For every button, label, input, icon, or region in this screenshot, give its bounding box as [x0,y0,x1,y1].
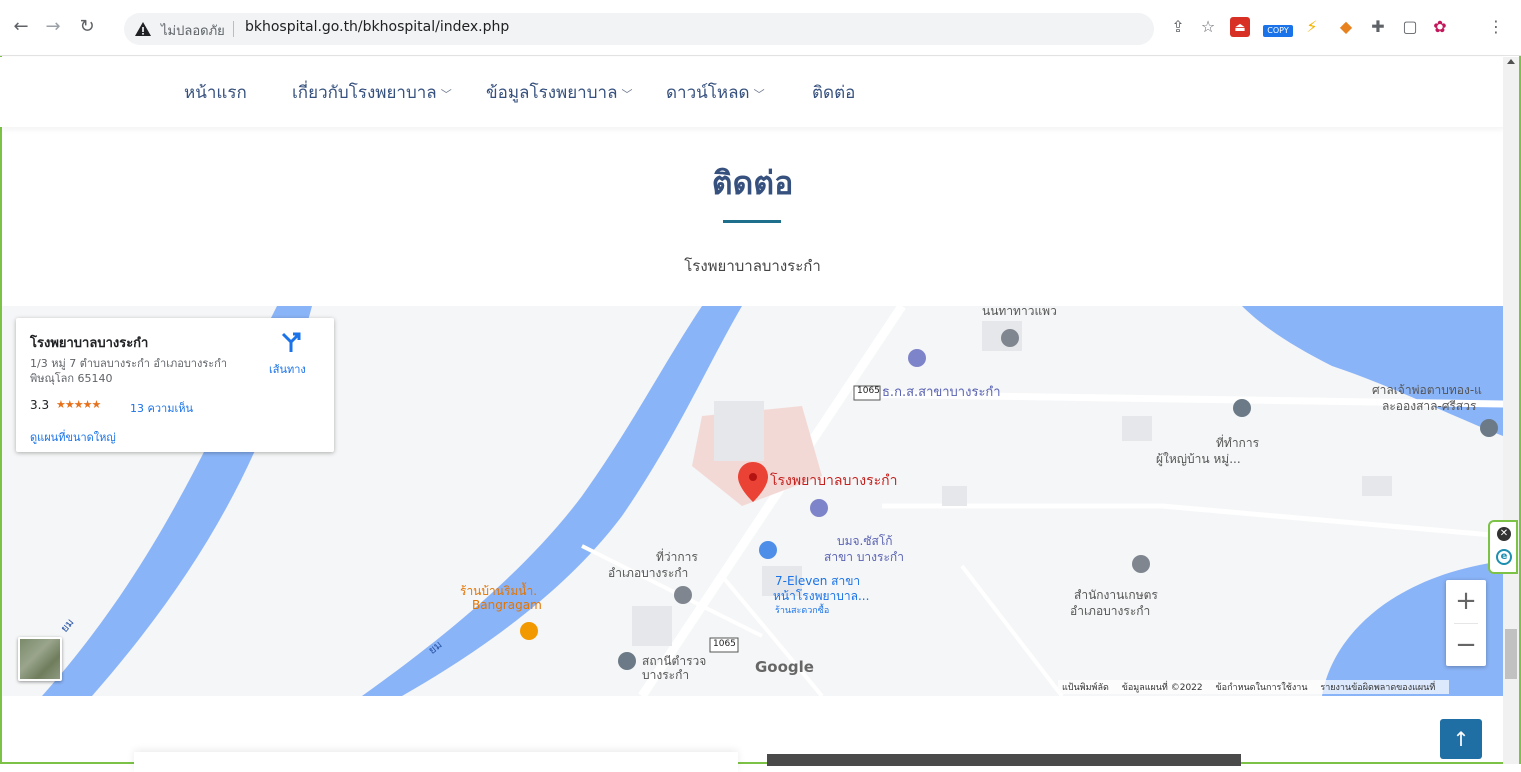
nav-item-label: หน้าแรก [184,83,247,103]
convenience-store-icon[interactable] [759,541,777,559]
map-label-shrine-2[interactable]: ละอองสาล-ศรีสวร [1382,397,1476,416]
terms-link[interactable]: ข้อกำหนดในการใช้งาน [1216,683,1308,693]
map-label-baac[interactable]: ธ.ก.ส.สาขาบางระกำ [882,381,1001,402]
section-title: ติดต่อ [711,164,794,202]
road-southeast [882,503,1503,539]
reload-icon[interactable]: ↻ [74,14,100,40]
nav-item-label: ดาวน์โหลด [666,83,750,103]
extension-side-widget: ✕ e [1488,520,1518,574]
government-icon[interactable] [1233,399,1251,417]
scroll-up-arrow-icon[interactable] [1507,59,1515,64]
gas-station-icon[interactable] [810,499,828,517]
nav-item-download[interactable]: ดาวน์โหลด ﹀ [666,79,765,106]
reviews-link[interactable]: 13 ความเห็น [130,399,193,417]
extensions-puzzle-icon[interactable]: ✚ [1368,17,1388,37]
menu-kebab-icon[interactable]: ⋮ [1486,17,1506,37]
building [632,606,672,646]
map-label-agri-2[interactable]: อำเภอบางระกำ [1070,602,1150,621]
side-panel-icon[interactable]: ▢ [1400,17,1420,37]
road-lower [960,564,1064,696]
section-subtitle: โรงพยาบาลบางระกำ [684,257,821,275]
map-label-district-2[interactable]: อำเภอบางระกำ [608,564,688,583]
metamask-fox-icon[interactable]: ◆ [1336,17,1356,37]
page-scrollbar[interactable] [1503,57,1519,764]
site-navigation: หน้าแรก เกี่ยวกับโรงพยาบาล ﹀ ข้อมูลโรงพยา… [0,57,1505,127]
nav-item-info[interactable]: ข้อมูลโรงพยาบาล ﹀ [486,79,632,106]
place-name: โรงพยาบาลบางระกำ [30,336,149,351]
map-footer: แป้นพิมพ์ลัด ข้อมูลแผนที่ ©2022 ข้อกำหนด… [1058,680,1450,694]
map-data-text: ข้อมูลแผนที่ ©2022 [1121,683,1203,693]
satellite-toggle[interactable] [18,637,62,681]
directions-link[interactable]: เส้นทาง [269,360,306,378]
building [714,401,764,461]
url-text[interactable]: bkhospital.go.th/bkhospital/index.php [245,19,509,35]
nav-item-label: ติดต่อ [812,83,856,103]
share-icon[interactable]: ⇪ [1168,17,1188,37]
report-error-link[interactable]: รายงานข้อผิดพลาดของแผนที่ [1320,683,1435,693]
contact-card [134,752,738,772]
building [1362,476,1392,496]
agriculture-office-icon[interactable] [1132,555,1150,573]
pdf-extension-icon[interactable]: ⏏ [1230,17,1250,37]
nav-item-label: ข้อมูลโรงพยาบาล [486,83,618,103]
nav-item-contact[interactable]: ติดต่อ [812,79,855,106]
shrine-icon[interactable] [1480,419,1498,437]
building [1122,416,1152,441]
back-to-top-button[interactable]: ↑ [1440,719,1482,759]
place-address: 1/3 หมู่ 7 ตำบลบางระกำ อำเภอบางระกำ พิษณ… [30,357,228,385]
map-label-hospital[interactable]: โรงพยาบาลบางระกำ [770,470,897,492]
bookmark-star-icon[interactable]: ☆ [1198,17,1218,37]
zoom-in-button[interactable]: + [1446,580,1486,622]
nav-item-about[interactable]: เกี่ยวกับโรงพยาบาล ﹀ [292,79,452,106]
google-logo: Google [755,658,814,676]
map-label-police-2[interactable]: บางระกำ [642,666,689,685]
chevron-down-icon: ﹀ [753,88,765,101]
chevron-down-icon: ﹀ [621,88,633,101]
close-icon[interactable]: ✕ [1497,527,1511,541]
image-card [767,754,1241,766]
back-icon[interactable]: ← [8,14,34,40]
profile-avatar-icon[interactable]: ✿ [1430,17,1450,37]
scroll-thumb[interactable] [1505,629,1517,679]
route-number: 1065 [713,639,736,649]
building [942,486,967,506]
nav-item-home[interactable]: หน้าแรก [184,79,247,106]
restaurant-icon[interactable] [520,622,538,640]
warning-icon[interactable] [134,20,152,38]
zoom-out-button[interactable]: − [1446,624,1486,666]
map-label-gas-2[interactable]: สาขา บางระกำ [824,548,904,567]
police-station-icon[interactable] [618,652,636,670]
larger-map-link[interactable]: ดูแผนที่ขนาดใหญ่ [30,428,116,446]
map-label-headman-2[interactable]: ผู้ใหญ่บ้าน หมู่... [1156,450,1241,469]
directions-icon[interactable] [279,330,303,354]
nav-item-label: เกี่ยวกับโรงพยาบาล [292,83,437,103]
extension-e-icon[interactable]: e [1496,549,1512,565]
place-info-card: โรงพยาบาลบางระกำ 1/3 หมู่ 7 ตำบลบางระกำ … [16,318,334,452]
address-bar[interactable]: ไม่ปลอดภัย bkhospital.go.th/bkhospital/i… [124,13,1154,45]
keyboard-shortcuts-link[interactable]: แป้นพิมพ์ลัด [1062,683,1109,693]
route-number: 1065 [857,386,880,396]
forward-icon[interactable]: → [40,14,66,40]
map-label-seven-3: ร้านสะดวกซื้อ [775,606,830,616]
pin-dot [749,473,757,481]
district-office-icon[interactable] [674,586,692,604]
place-pin-icon[interactable] [1001,329,1019,347]
copy-extension-icon[interactable]: COPY [1263,25,1293,37]
map-label-top-place: นนทาทาวแพว [982,306,1057,318]
rating-stars-icon: ★★★★★ [56,398,101,411]
lightning-extension-icon[interactable]: ⚡ [1302,17,1322,37]
insecure-label[interactable]: ไม่ปลอดภัย [161,20,225,41]
omnibox-divider [233,21,234,37]
title-underline [723,220,781,223]
place-rating: 3.3 [30,398,50,412]
river-right [1242,306,1503,436]
zoom-control: + − [1446,580,1486,666]
chevron-down-icon: ﹀ [440,88,452,101]
map-label-restaurant-2[interactable]: Bangragam [472,598,542,612]
bank-icon[interactable] [908,349,926,367]
browser-toolbar: ← → ↻ ไม่ปลอดภัย bkhospital.go.th/bkhosp… [0,0,1521,56]
